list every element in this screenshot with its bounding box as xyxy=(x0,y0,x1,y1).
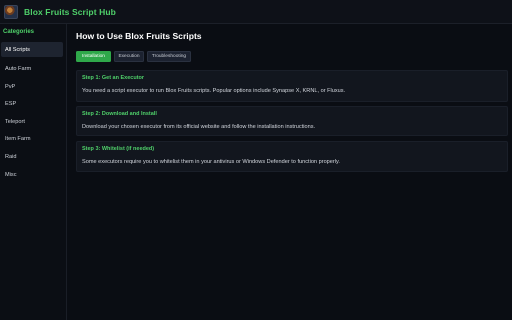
sidebar-item-pvp[interactable]: PvP xyxy=(1,79,63,94)
sidebar-heading: Categories xyxy=(3,29,35,35)
step-title: Step 2: Download and Install xyxy=(82,111,157,117)
sidebar: Categories All Scripts Auto Farm PvP ESP… xyxy=(0,24,67,320)
sidebar-item-raid[interactable]: Raid xyxy=(1,149,63,164)
step-title: Step 1: Get an Executor xyxy=(82,75,145,81)
step-card: Step 2: Download and Install Download yo… xyxy=(76,106,508,136)
app-title: Blox Fruits Script Hub xyxy=(24,6,116,17)
step-body: Some executors require you to whitelist … xyxy=(82,159,340,165)
sidebar-item-teleport[interactable]: Teleport xyxy=(1,114,63,129)
top-bar: Blox Fruits Script Hub xyxy=(0,0,512,24)
sidebar-item-auto-farm[interactable]: Auto Farm xyxy=(1,61,63,76)
step-card: Step 3: Whitelist (if needed) Some execu… xyxy=(76,141,508,172)
sidebar-item-esp[interactable]: ESP xyxy=(1,96,63,111)
step-body: You need a script executor to run Blox F… xyxy=(82,88,346,94)
step-card: Step 1: Get an Executor You need a scrip… xyxy=(76,70,508,102)
sidebar-item-item-farm[interactable]: Item Farm xyxy=(1,131,63,146)
sidebar-item-misc[interactable]: Misc xyxy=(1,167,63,182)
tab-troubleshooting[interactable]: Troubleshooting xyxy=(147,51,191,62)
step-body: Download your chosen executor from its o… xyxy=(82,124,316,130)
sidebar-item-all-scripts[interactable]: All Scripts xyxy=(1,42,63,57)
tab-installation[interactable]: Installation xyxy=(76,51,111,62)
step-title: Step 3: Whitelist (if needed) xyxy=(82,146,155,152)
page-title: How to Use Blox Fruits Scripts xyxy=(76,31,202,41)
game-avatar-icon xyxy=(4,4,18,19)
tab-execution[interactable]: Execution xyxy=(114,51,144,62)
